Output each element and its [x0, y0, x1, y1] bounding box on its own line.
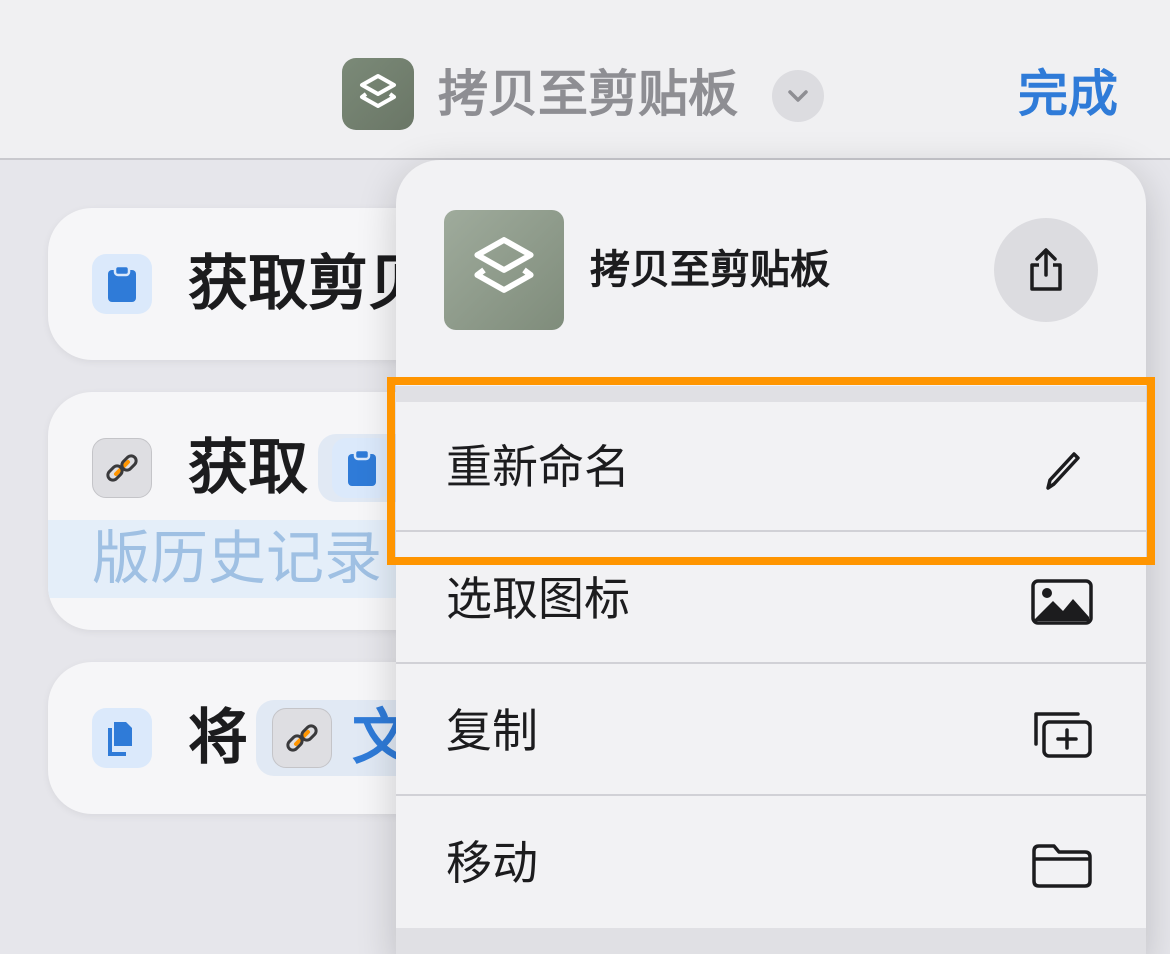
shortcut-options-menu: 拷贝至剪贴板 重新命名 选取图标 复制 移动 — [396, 160, 1146, 954]
photo-icon — [1030, 570, 1094, 634]
menu-item-label: 重新命名 — [446, 440, 630, 494]
layers-icon — [360, 74, 396, 108]
menu-item-choose-icon[interactable]: 选取图标 — [396, 534, 1146, 664]
menu-item-move[interactable]: 移动 — [396, 798, 1146, 928]
link-icon — [272, 708, 332, 768]
layers-icon — [474, 237, 534, 293]
shortcut-app-icon[interactable] — [342, 58, 414, 130]
menu-item-label: 选取图标 — [446, 572, 630, 626]
folder-icon — [1030, 834, 1094, 898]
duplicate-icon — [1030, 702, 1094, 766]
chevron-down-icon — [788, 90, 808, 102]
menu-section-divider — [396, 386, 1146, 402]
menu-item-label: 复制 — [446, 704, 538, 758]
menu-item-duplicate[interactable]: 复制 — [396, 666, 1146, 796]
menu-header: 拷贝至剪贴板 — [396, 160, 1146, 386]
menu-header-title: 拷贝至剪贴板 — [590, 247, 830, 293]
navigation-bar: 拷贝至剪贴板 完成 — [0, 0, 1170, 160]
shortcut-app-icon-large — [444, 210, 564, 330]
clipboard-icon — [92, 254, 152, 314]
menu-section-divider — [396, 928, 1146, 954]
copy-icon — [92, 708, 152, 768]
action-title: 获取剪贝 — [188, 249, 428, 319]
action-title: 获取 — [188, 433, 308, 503]
action-subtitle: 版历史记录 — [92, 524, 383, 592]
menu-item-rename[interactable]: 重新命名 — [396, 402, 1146, 532]
share-icon — [1030, 248, 1062, 291]
link-icon — [92, 438, 152, 498]
shortcut-title[interactable]: 拷贝至剪贴板 — [438, 62, 738, 126]
action-title: 将 — [188, 703, 248, 773]
share-button[interactable] — [994, 218, 1098, 322]
done-button[interactable]: 完成 — [1018, 62, 1118, 126]
title-menu-button[interactable] — [772, 70, 824, 122]
clipboard-icon — [332, 438, 392, 498]
pencil-icon — [1030, 438, 1094, 502]
menu-item-label: 移动 — [446, 836, 538, 890]
